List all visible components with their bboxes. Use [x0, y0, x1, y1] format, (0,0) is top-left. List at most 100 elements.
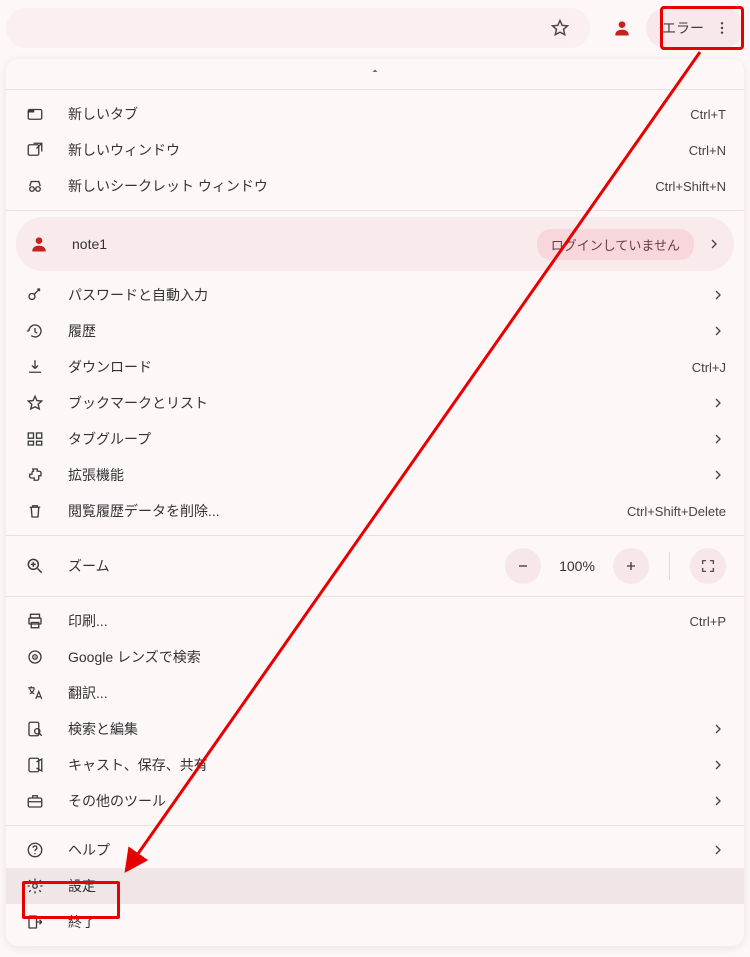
new-tab-icon	[24, 103, 46, 125]
chevron-right-icon	[710, 323, 726, 339]
main-menu-popup: 新しいタブCtrl+T新しいウィンドウCtrl+N新しいシークレット ウィンドウ…	[6, 59, 744, 946]
zoom-controls: 100%	[505, 548, 726, 584]
menu-item-find[interactable]: 検索と編集	[6, 711, 744, 747]
menu-item-print[interactable]: 印刷...Ctrl+P	[6, 603, 744, 639]
menu-item-label: ブックマークとリスト	[68, 393, 696, 413]
menu-item-label: ダウンロード	[68, 357, 692, 377]
translate-icon	[24, 682, 46, 704]
zoom-label: ズーム	[68, 556, 505, 576]
menu-item-extensions[interactable]: 拡張機能	[6, 457, 744, 493]
menu-item-lens[interactable]: Google レンズで検索	[6, 639, 744, 675]
chevron-right-icon	[706, 236, 722, 252]
chevron-right-icon	[710, 721, 726, 737]
menu-item-label: 履歴	[68, 321, 696, 341]
chevron-right-icon	[710, 467, 726, 483]
menu-item-shortcut: Ctrl+P	[690, 614, 726, 629]
menu-item-label: 新しいウィンドウ	[68, 140, 689, 160]
key-icon	[24, 284, 46, 306]
menu-error-label: エラー	[662, 18, 704, 38]
menu-item-label: その他のツール	[68, 791, 696, 811]
menu-item-shortcut: Ctrl+Shift+Delete	[627, 504, 726, 519]
profile-row[interactable]: note1 ログインしていません	[16, 217, 734, 271]
menu-item-gear[interactable]: 設定	[6, 868, 744, 904]
menu-item-cast[interactable]: キャスト、保存、共有	[6, 747, 744, 783]
menu-item-label: 新しいシークレット ウィンドウ	[68, 176, 655, 196]
chevron-right-icon	[710, 395, 726, 411]
minus-icon	[515, 558, 531, 574]
fullscreen-icon	[700, 558, 716, 574]
print-icon	[24, 610, 46, 632]
zoom-value: 100%	[555, 558, 599, 574]
main-menu-button[interactable]: エラー	[646, 8, 744, 48]
menu-item-label: 翻訳...	[68, 683, 726, 703]
lens-icon	[24, 646, 46, 668]
profile-name: note1	[72, 236, 537, 252]
zoom-row: ズーム 100%	[6, 542, 744, 590]
address-bar[interactable]	[6, 8, 590, 48]
find-icon	[24, 718, 46, 740]
menu-item-label: 検索と編集	[68, 719, 696, 739]
menu-item-label: 閲覧履歴データを削除...	[68, 501, 627, 521]
extensions-icon	[24, 464, 46, 486]
menu-item-trash[interactable]: 閲覧履歴データを削除...Ctrl+Shift+Delete	[6, 493, 744, 529]
menu-separator	[6, 210, 744, 211]
chevron-right-icon	[710, 793, 726, 809]
help-icon	[24, 839, 46, 861]
menu-item-help[interactable]: ヘルプ	[6, 832, 744, 868]
menu-separator	[6, 596, 744, 597]
menu-item-shortcut: Ctrl+N	[689, 143, 726, 158]
menu-item-new-window[interactable]: 新しいウィンドウCtrl+N	[6, 132, 744, 168]
fullscreen-button[interactable]	[690, 548, 726, 584]
menu-item-shortcut: Ctrl+T	[690, 107, 726, 122]
plus-icon	[623, 558, 639, 574]
menu-item-label: Google レンズで検索	[68, 647, 726, 667]
history-icon	[24, 320, 46, 342]
star-icon	[24, 392, 46, 414]
menu-item-label: 終了	[68, 912, 726, 932]
gear-icon	[24, 875, 46, 897]
exit-icon	[24, 911, 46, 933]
caret-up-icon	[369, 65, 381, 77]
download-icon	[24, 356, 46, 378]
cast-icon	[24, 754, 46, 776]
bookmark-star-button[interactable]	[542, 10, 578, 46]
zoom-in-button[interactable]	[613, 548, 649, 584]
chevron-right-icon	[710, 431, 726, 447]
menu-collapse-handle[interactable]	[6, 59, 744, 83]
menu-item-label: ヘルプ	[68, 840, 696, 860]
chevron-right-icon	[710, 287, 726, 303]
menu-item-new-tab[interactable]: 新しいタブCtrl+T	[6, 96, 744, 132]
tab-groups-icon	[24, 428, 46, 450]
menu-item-label: パスワードと自動入力	[68, 285, 696, 305]
menu-item-label: 設定	[68, 876, 726, 896]
menu-item-translate[interactable]: 翻訳...	[6, 675, 744, 711]
menu-item-briefcase[interactable]: その他のツール	[6, 783, 744, 819]
person-icon	[28, 233, 50, 255]
menu-separator	[6, 535, 744, 536]
menu-item-history[interactable]: 履歴	[6, 313, 744, 349]
zoom-out-button[interactable]	[505, 548, 541, 584]
menu-item-label: 印刷...	[68, 611, 690, 631]
chevron-right-icon	[710, 842, 726, 858]
menu-item-label: 新しいタブ	[68, 104, 690, 124]
trash-icon	[24, 500, 46, 522]
profile-status-badge: ログインしていません	[537, 229, 694, 260]
menu-item-star[interactable]: ブックマークとリスト	[6, 385, 744, 421]
zoom-icon	[24, 555, 46, 577]
menu-item-label: 拡張機能	[68, 465, 696, 485]
menu-item-download[interactable]: ダウンロードCtrl+J	[6, 349, 744, 385]
browser-toolbar: エラー	[0, 0, 750, 55]
menu-separator	[6, 825, 744, 826]
menu-item-incognito[interactable]: 新しいシークレット ウィンドウCtrl+Shift+N	[6, 168, 744, 204]
chevron-right-icon	[710, 757, 726, 773]
menu-item-exit[interactable]: 終了	[6, 904, 744, 940]
profile-avatar-button[interactable]	[604, 10, 640, 46]
menu-separator	[6, 89, 744, 90]
new-window-icon	[24, 139, 46, 161]
menu-item-tab-groups[interactable]: タブグループ	[6, 421, 744, 457]
briefcase-icon	[24, 790, 46, 812]
kebab-menu-icon	[714, 20, 730, 36]
menu-item-key[interactable]: パスワードと自動入力	[6, 277, 744, 313]
zoom-divider	[669, 552, 670, 580]
menu-item-shortcut: Ctrl+Shift+N	[655, 179, 726, 194]
